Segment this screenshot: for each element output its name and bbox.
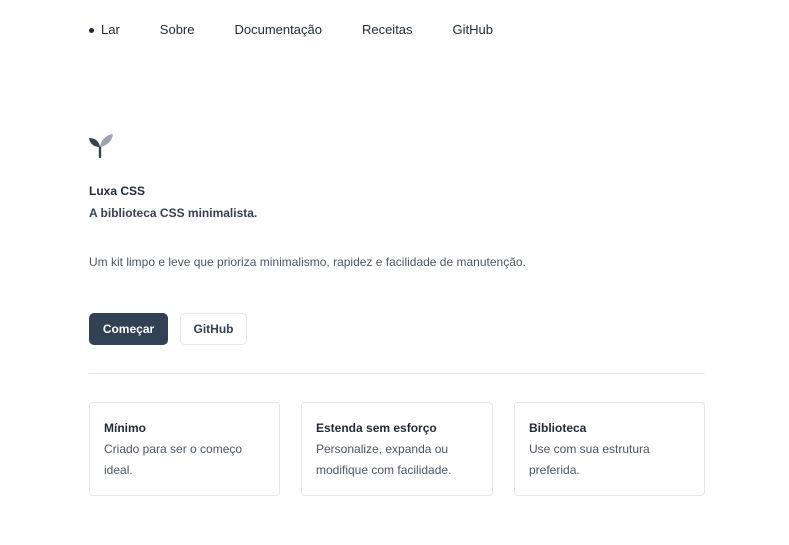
feature-card-library: Biblioteca Use com sua estrutura preferi… <box>514 402 705 496</box>
github-button[interactable]: GitHub <box>180 313 247 345</box>
feature-card-title: Mínimo <box>104 421 146 435</box>
get-started-button[interactable]: Começar <box>89 313 168 345</box>
feature-card-text: Criado para ser o começo ideal. <box>104 442 243 477</box>
brand-name: Luxa CSS <box>89 184 146 198</box>
hero-description: Um kit limpo e leve que prioriza minimal… <box>89 255 526 269</box>
nav-link-docs[interactable]: Documentação <box>235 21 322 39</box>
sprout-logo-svg <box>89 134 113 159</box>
feature-card-minimal: Mínimo Criado para ser o começo ideal. <box>89 402 280 496</box>
nav-link-home[interactable]: Lar <box>101 21 120 39</box>
feature-card-title: Estenda sem esforço <box>316 421 437 435</box>
top-nav: Lar Sobre Documentação Receitas GitHub <box>89 21 493 39</box>
feature-card-text: Personalize, expanda ou modifique com fa… <box>316 442 452 477</box>
divider <box>89 373 705 374</box>
page: Lar Sobre Documentação Receitas GitHub L… <box>0 0 789 545</box>
feature-card-extend: Estenda sem esforço Personalize, expanda… <box>301 402 493 496</box>
nav-link-recipes[interactable]: Receitas <box>362 21 413 39</box>
bullet-icon <box>89 27 94 33</box>
nav-link-github[interactable]: GitHub <box>453 21 493 39</box>
nav-link-about[interactable]: Sobre <box>160 21 195 39</box>
feature-card-text: Use com sua estrutura preferida. <box>529 442 650 477</box>
brand-tagline: A biblioteca CSS minimalista. <box>89 206 258 220</box>
sprout-icon <box>89 133 115 159</box>
feature-card-title: Biblioteca <box>529 421 587 435</box>
